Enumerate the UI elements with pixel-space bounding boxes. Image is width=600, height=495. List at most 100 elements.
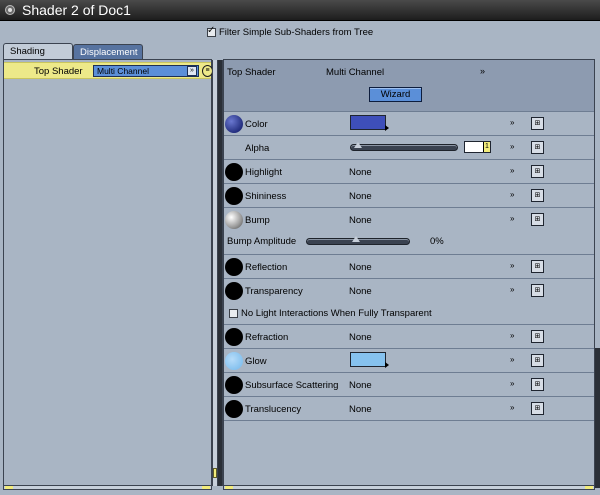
channel-row-color: Color » ⊞	[224, 112, 594, 136]
channel-label: Refraction	[245, 332, 289, 343]
tab-displacement[interactable]: Displacement	[73, 44, 143, 60]
window-close-icon[interactable]	[5, 5, 15, 15]
shader-tree-icon[interactable]: ⊞	[531, 354, 544, 367]
channel-label: Alpha	[245, 143, 270, 154]
chevron-down-icon: »	[187, 66, 197, 76]
chevron-down-icon[interactable]: »	[510, 403, 514, 412]
channel-value: None	[349, 404, 372, 415]
top-shader-select-value: Multi Channel	[97, 66, 149, 76]
alpha-input[interactable]: 1	[464, 141, 491, 153]
channel-value: None	[349, 167, 372, 178]
chevron-down-icon[interactable]: »	[510, 190, 514, 199]
tree-horizontal-scrollbar[interactable]	[3, 485, 212, 490]
chevron-down-icon[interactable]: »	[510, 142, 514, 151]
channel-value: None	[349, 215, 372, 226]
slider-knob[interactable]	[354, 142, 362, 148]
channel-row-translucency: Translucency None » ⊞	[224, 397, 594, 421]
bump-amplitude-value: 0%	[430, 236, 444, 247]
color-swatch[interactable]	[350, 352, 389, 368]
channel-preview-icon[interactable]	[225, 282, 243, 300]
title-bar: Shader 2 of Doc1	[0, 0, 600, 21]
channel-row-subsurface: Subsurface Scattering None » ⊞	[224, 373, 594, 397]
top-shader-block: Top Shader Multi Channel » Wizard	[224, 60, 594, 112]
chevron-down-icon[interactable]: »	[510, 285, 514, 294]
channel-row-reflection: Reflection None » ⊞	[224, 255, 594, 279]
channel-row-refraction: Refraction None » ⊞	[224, 325, 594, 349]
top-shader-select[interactable]: Multi Channel »	[93, 65, 199, 77]
channel-row-shininess: Shininess None » ⊞	[224, 184, 594, 208]
channel-label: Subsurface Scattering	[245, 380, 339, 391]
no-light-label: No Light Interactions When Fully Transpa…	[241, 308, 432, 319]
shader-tree-icon[interactable]: ⊞	[531, 378, 544, 391]
channel-preview-icon[interactable]	[225, 163, 243, 181]
shader-tree-icon[interactable]: ⊞	[531, 213, 544, 226]
channel-label: Shininess	[245, 191, 287, 202]
channel-label: Color	[245, 119, 268, 130]
channel-preview-icon[interactable]	[225, 115, 243, 133]
channel-value: None	[349, 191, 372, 202]
shader-tree-icon[interactable]: ⊞	[531, 284, 544, 297]
channel-preview-icon[interactable]	[225, 352, 243, 370]
shader-tree-icon[interactable]: ⊞	[531, 165, 544, 178]
channel-row-bump: Bump None » ⊞ Bump Amplitude 0%	[224, 208, 594, 255]
channel-row-glow: Glow » ⊞	[224, 349, 594, 373]
channel-label: Glow	[245, 356, 267, 367]
shader-tree-icon[interactable]: ⊞	[531, 189, 544, 202]
color-swatch[interactable]	[350, 115, 389, 131]
channel-value: None	[349, 380, 372, 391]
chevron-down-icon[interactable]: »	[510, 379, 514, 388]
scroll-thumb-right[interactable]	[585, 486, 593, 489]
shader-tree-panel: Top Shader Multi Channel » ≡	[3, 59, 213, 486]
tree-row-label: Top Shader	[34, 66, 83, 77]
chevron-down-icon[interactable]: »	[510, 166, 514, 175]
slider-knob[interactable]	[352, 236, 360, 242]
window-title: Shader 2 of Doc1	[22, 2, 131, 18]
shader-inspector-panel: Top Shader Multi Channel » Wizard Color …	[223, 59, 595, 486]
no-light-interactions-row[interactable]: No Light Interactions When Fully Transpa…	[229, 308, 432, 319]
alpha-value: 1	[483, 142, 490, 152]
channel-label: Reflection	[245, 262, 288, 273]
no-light-checkbox[interactable]	[229, 309, 238, 318]
channel-preview-icon[interactable]	[225, 211, 243, 229]
chevron-down-icon[interactable]: »	[480, 66, 485, 76]
channel-row-highlight: Highlight None » ⊞	[224, 160, 594, 184]
channel-preview-icon[interactable]	[225, 258, 243, 276]
scroll-thumb-right[interactable]	[202, 486, 210, 489]
alpha-slider[interactable]	[350, 142, 458, 151]
channel-row-transparency: Transparency None » ⊞ No Light Interacti…	[224, 279, 594, 325]
channel-preview-icon[interactable]	[225, 328, 243, 346]
shader-tree-icon[interactable]: ⊞	[531, 260, 544, 273]
tree-row-top-shader[interactable]: Top Shader Multi Channel » ≡	[4, 62, 213, 79]
chevron-down-icon[interactable]: »	[510, 214, 514, 223]
channel-label: Transparency	[245, 286, 303, 297]
filter-row[interactable]: Filter Simple Sub-Shaders from Tree	[207, 25, 373, 39]
wizard-button[interactable]: Wizard	[369, 87, 422, 102]
channel-label: Bump	[245, 215, 270, 226]
channel-label: Translucency	[245, 404, 302, 415]
top-shader-value: Multi Channel	[326, 67, 385, 78]
chevron-down-icon[interactable]: »	[510, 331, 514, 340]
shader-tree-icon[interactable]: ⊞	[531, 141, 544, 154]
filter-checkbox[interactable]	[207, 25, 216, 37]
channel-label: Highlight	[245, 167, 282, 178]
channel-row-alpha: Alpha 1 » ⊞	[224, 136, 594, 160]
channel-value: None	[349, 262, 372, 273]
shader-tree-icon[interactable]: ⊞	[531, 402, 544, 415]
bump-amplitude-slider[interactable]	[306, 236, 410, 245]
chevron-down-icon[interactable]: »	[510, 118, 514, 127]
chevron-down-icon[interactable]: »	[510, 355, 514, 364]
channel-preview-icon[interactable]	[225, 400, 243, 418]
shader-tree-icon[interactable]: ⊞	[531, 117, 544, 130]
inspector-vertical-scrollbar[interactable]	[595, 348, 600, 488]
scroll-thumb-left[interactable]	[225, 486, 233, 489]
shader-tree-icon[interactable]: ⊞	[531, 330, 544, 343]
channel-preview-icon[interactable]	[225, 376, 243, 394]
channel-preview-icon[interactable]	[225, 187, 243, 205]
top-shader-label: Top Shader	[227, 67, 276, 78]
chevron-down-icon[interactable]: »	[510, 261, 514, 270]
channel-value: None	[349, 286, 372, 297]
scroll-thumb-left[interactable]	[5, 486, 13, 489]
filter-label: Filter Simple Sub-Shaders from Tree	[219, 26, 374, 38]
bump-amplitude-label: Bump Amplitude	[227, 236, 297, 247]
tab-shading[interactable]: Shading	[3, 43, 73, 60]
